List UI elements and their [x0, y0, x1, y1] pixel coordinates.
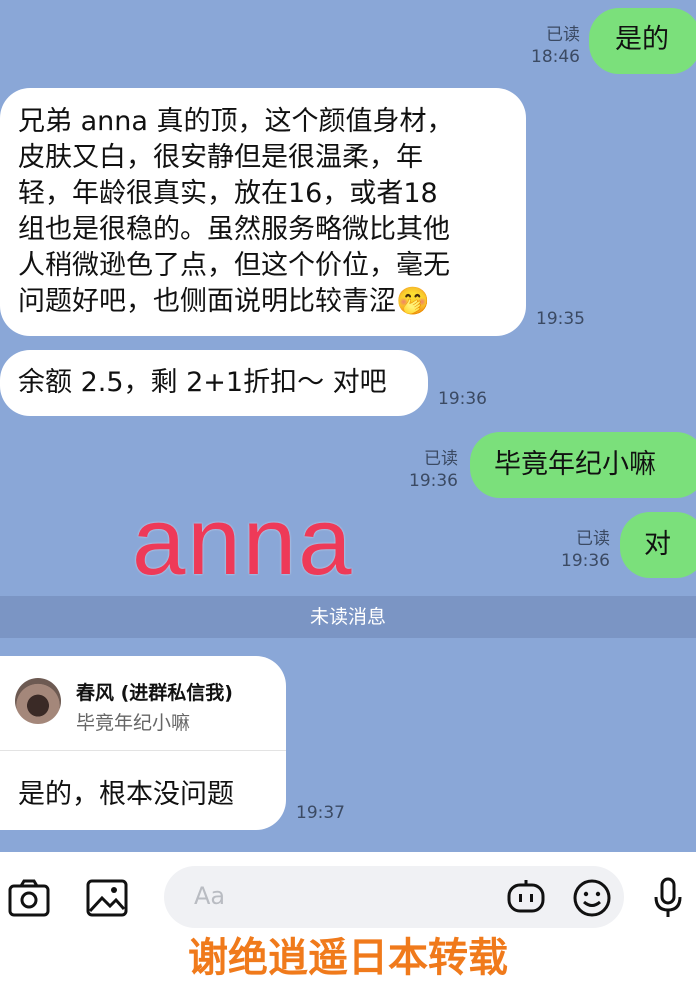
message-line: 组也是很稳的。虽然服务略微比其他 [18, 214, 450, 245]
message-time: 19:36 [438, 389, 487, 409]
microphone-icon[interactable] [650, 876, 686, 924]
outgoing-message[interactable]: 是的 [589, 8, 696, 74]
footer-watermark: 谢绝逍遥日本转载 [188, 935, 508, 981]
outgoing-message[interactable]: 毕竟年纪小嘛 [470, 432, 696, 498]
read-receipt: 已读 18:46 [531, 25, 580, 67]
message-line: 兄弟 anna 真的顶，这个颜值身材， [18, 106, 454, 137]
reply-message[interactable]: 春风 (进群私信我) 毕竟年纪小嘛 是的，根本没问题 [0, 656, 286, 830]
message-time: 19:35 [536, 309, 585, 329]
message-line: 轻，年龄很真实，放在16，或者18 [18, 178, 438, 209]
incoming-message[interactable]: 兄弟 anna 真的顶，这个颜值身材， 皮肤又白，很安静但是很温柔，年 轻，年龄… [0, 88, 526, 336]
message-line: 皮肤又白，很安静但是很温柔，年 [18, 142, 423, 173]
camera-icon[interactable] [8, 878, 50, 922]
outgoing-message[interactable]: 对 [620, 512, 696, 578]
message-input[interactable] [164, 866, 624, 928]
quoted-sender-name: 春风 (进群私信我) [76, 682, 233, 704]
read-receipt: 已读 19:36 [561, 529, 610, 571]
incoming-message[interactable]: 余额 2.5，剩 2+1折扣～ 对吧 [0, 350, 428, 416]
read-receipt: 已读 19:36 [409, 449, 458, 491]
chat-area: 已读 18:46 是的 兄弟 anna 真的顶，这个颜值身材， 皮肤又白，很安静… [0, 0, 696, 852]
message-input-placeholder: Aa [194, 882, 226, 910]
message-line: 问题好吧，也侧面说明比较青涩🤭 [18, 286, 430, 317]
message-time: 19:37 [296, 803, 345, 823]
watermark-text: anna [132, 488, 354, 595]
reply-divider [0, 750, 286, 751]
bot-icon[interactable] [506, 878, 546, 920]
emoji-icon[interactable] [572, 878, 612, 922]
unread-messages-divider: 未读消息 [0, 596, 696, 638]
image-icon[interactable] [86, 878, 128, 922]
reply-text: 是的，根本没问题 [18, 779, 234, 810]
quoted-message: 毕竟年纪小嘛 [76, 712, 191, 734]
message-line: 人稍微逊色了点，但这个价位，毫无 [18, 250, 450, 281]
avatar[interactable] [15, 678, 61, 724]
